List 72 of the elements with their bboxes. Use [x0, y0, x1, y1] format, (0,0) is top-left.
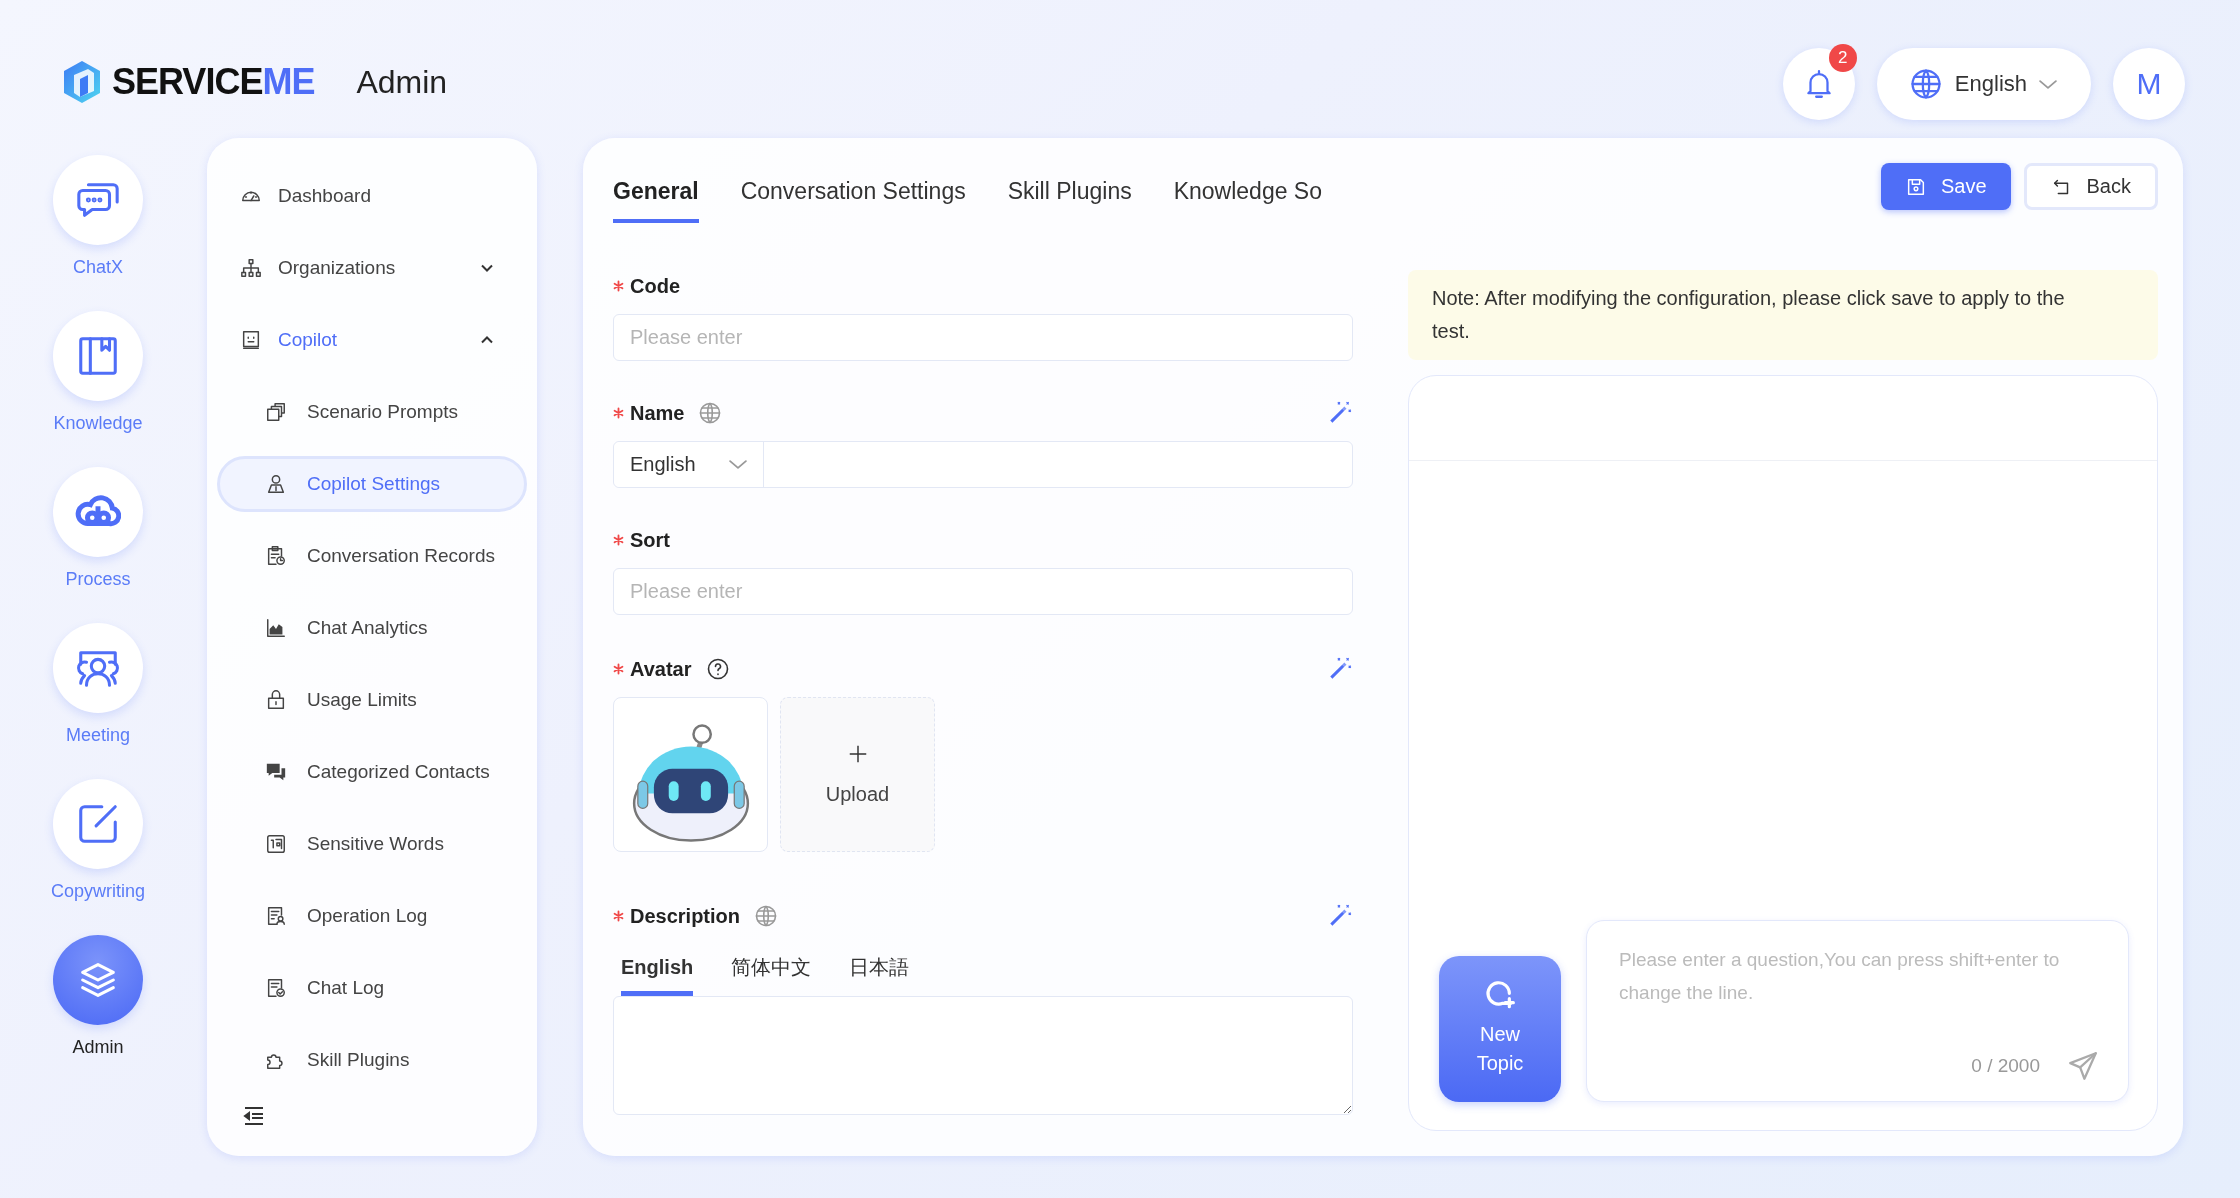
magic-wand-icon	[1327, 400, 1353, 426]
sidebar-item[interactable]: Sensitive Words	[207, 808, 537, 880]
field-label: Name	[630, 401, 685, 425]
sidebar-item[interactable]: Dashboard	[207, 160, 537, 232]
app-button[interactable]	[53, 779, 143, 869]
document-check-icon	[265, 977, 287, 999]
app-button[interactable]	[53, 311, 143, 401]
save-button[interactable]: Save	[1880, 163, 2011, 210]
sidebar-item[interactable]: Skill Plugins	[207, 1024, 537, 1096]
globe-icon	[1908, 67, 1943, 101]
app-label: ChatX	[73, 256, 123, 279]
character-counter: 0 / 2000	[1971, 1055, 2040, 1077]
sidebar-item[interactable]: Categorized Contacts	[207, 736, 537, 808]
language-tab[interactable]: 简体中文	[731, 950, 812, 996]
tab[interactable]: General	[613, 168, 699, 223]
field-label: Sort	[630, 528, 670, 552]
sidebar-item[interactable]: Copilot	[207, 304, 537, 376]
notification-count-badge: 2	[1828, 44, 1857, 72]
text-input[interactable]: Please enter	[613, 568, 1353, 615]
sidebar-item[interactable]: Conversation Records	[207, 520, 537, 592]
chevron-down-icon	[2039, 79, 2057, 89]
ai-generate-button[interactable]	[1327, 656, 1353, 682]
magic-wand-icon	[1327, 656, 1353, 682]
send-button[interactable]	[2066, 1049, 2100, 1083]
sidebar-item[interactable]: Organizations	[207, 232, 537, 304]
field-label: Description	[630, 904, 741, 928]
page-title: Admin	[356, 63, 448, 101]
tab[interactable]: Skill Plugins	[1007, 168, 1132, 223]
language-selector[interactable]: English	[1876, 48, 2091, 120]
magic-wand-icon	[1327, 903, 1353, 929]
stacked-cards-icon	[265, 401, 287, 423]
sidebar-item[interactable]: Chat Log	[207, 952, 537, 1024]
sidebar-item[interactable]: Usage Limits	[207, 664, 537, 736]
padlock-icon	[265, 689, 287, 711]
back-button[interactable]: Back	[2023, 163, 2158, 210]
ai-generate-button[interactable]	[1327, 400, 1353, 426]
field-label: Avatar	[630, 657, 692, 681]
upload-button[interactable]: Upload	[780, 697, 935, 852]
app-button[interactable]	[53, 155, 143, 245]
app-button[interactable]	[53, 467, 143, 557]
tab[interactable]: Knowledge So	[1173, 168, 1322, 223]
sidebar-item[interactable]: Scenario Prompts	[207, 376, 537, 448]
notice-banner: Note: After modifying the configuration, please click save to apply to the test.	[1408, 270, 2158, 360]
area-chart-icon	[265, 617, 287, 639]
app-button[interactable]	[53, 935, 143, 1025]
ai-generate-button[interactable]	[1327, 903, 1353, 929]
app-label: Meeting	[65, 724, 130, 747]
app-label: Knowledge	[53, 412, 143, 435]
org-chart-icon	[240, 257, 262, 279]
speech-bubbles-icon	[265, 761, 287, 783]
sidebar-item[interactable]: Copilot Settings	[217, 456, 527, 512]
text-input[interactable]: Please enter	[613, 314, 1353, 361]
user-avatar[interactable]: M	[2113, 48, 2185, 120]
clipboard-clock-icon	[265, 545, 287, 567]
app-label: Process	[65, 568, 131, 591]
word-box-icon	[265, 833, 287, 855]
app-button[interactable]	[53, 623, 143, 713]
document-person-icon	[265, 905, 287, 927]
collapse-menu-icon	[242, 1104, 266, 1128]
tab[interactable]: Conversation Settings	[740, 168, 966, 223]
field-label: Code	[630, 274, 680, 298]
sidebar-item[interactable]: Chat Analytics	[207, 592, 537, 664]
paper-plane-icon	[2066, 1049, 2100, 1083]
person-icon	[265, 473, 287, 495]
language-tab[interactable]: 日本語	[849, 950, 910, 996]
question-input[interactable]: Please enter a question,You can press shift+enter to change the line.	[1619, 943, 2100, 1049]
logo-wordmark: SERVICEME	[112, 61, 315, 103]
new-topic-button[interactable]: New Topic	[1439, 956, 1561, 1102]
sidebar-item[interactable]: Operation Log	[207, 880, 537, 952]
monitor-face-icon	[240, 329, 262, 351]
app-label: Copywriting	[50, 880, 145, 903]
app-label: Admin	[72, 1036, 124, 1059]
